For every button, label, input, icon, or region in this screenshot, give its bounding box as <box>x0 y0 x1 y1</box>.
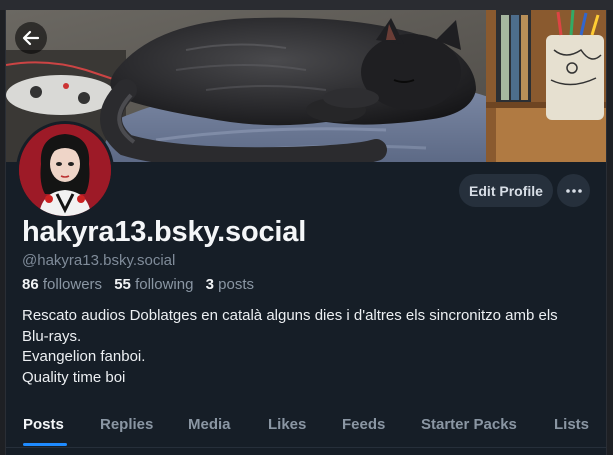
tab-replies[interactable]: Replies <box>100 416 153 433</box>
posts-stat: 3 posts <box>206 276 254 293</box>
avatar-image <box>19 124 111 216</box>
posts-label: posts <box>218 276 254 293</box>
following-count: 55 <box>114 276 131 293</box>
tab-media[interactable]: Media <box>188 416 231 433</box>
window-top-strip <box>0 0 613 10</box>
bio-line: Evangelion fanboi. <box>22 348 146 365</box>
tab-lists[interactable]: Lists <box>554 416 589 433</box>
following-label: following <box>135 276 194 293</box>
arrow-left-icon <box>22 30 40 46</box>
profile-stats: 86 followers 55 following 3 posts <box>22 276 262 293</box>
profile-handle: @hakyra13.bsky.social <box>22 252 176 269</box>
tab-posts[interactable]: Posts <box>23 416 64 433</box>
ellipsis-icon <box>565 188 582 193</box>
following-link[interactable]: 55 following <box>114 276 193 293</box>
back-button[interactable] <box>15 22 47 54</box>
more-options-button[interactable] <box>557 174 590 207</box>
followers-count: 86 <box>22 276 39 293</box>
followers-label: followers <box>42 276 103 293</box>
bio-line: Blu-rays. <box>22 327 82 345</box>
edit-profile-label: Edit Profile <box>469 182 543 199</box>
tab-feeds[interactable]: Feeds <box>342 416 385 433</box>
avatar[interactable] <box>16 121 114 219</box>
bio-line: Quality time boi <box>22 368 126 386</box>
posts-count: 3 <box>205 276 214 293</box>
tabs-divider <box>6 447 606 448</box>
profile-bio: Rescato audios Doblatges en català algun… <box>22 306 597 388</box>
app-frame: Edit Profile hakyra13.bsky.social @hakyr… <box>0 0 613 455</box>
tab-starter-packs[interactable]: Starter Packs <box>421 416 517 433</box>
edit-profile-button[interactable]: Edit Profile <box>459 174 553 207</box>
bio-line: Rescato audios Doblatges en català algun… <box>22 307 558 324</box>
followers-link[interactable]: 86 followers <box>22 276 102 293</box>
tab-likes[interactable]: Likes <box>268 416 306 433</box>
active-tab-indicator <box>23 443 67 446</box>
right-border <box>606 10 607 455</box>
profile-tabs: Posts Replies Media Likes Feeds Starter … <box>6 408 606 450</box>
profile-page: Edit Profile hakyra13.bsky.social @hakyr… <box>6 10 606 455</box>
display-name: hakyra13.bsky.social <box>22 216 307 248</box>
